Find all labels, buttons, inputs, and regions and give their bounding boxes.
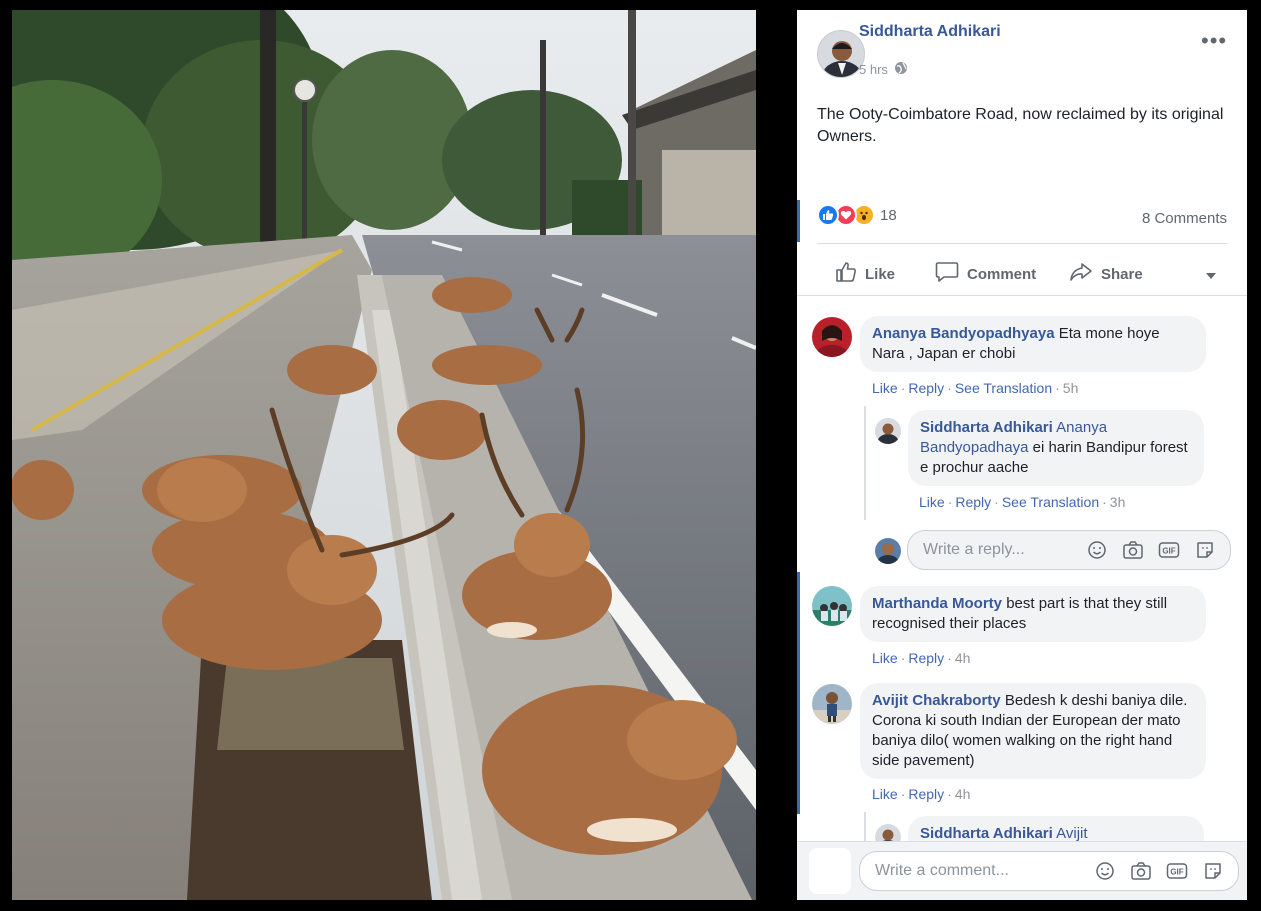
like-label: Like bbox=[865, 265, 896, 283]
sticker-icon[interactable] bbox=[1202, 860, 1224, 882]
comment-time[interactable]: 5h bbox=[1063, 380, 1079, 396]
comment-like-link[interactable]: Like bbox=[872, 786, 898, 802]
share-arrow-icon bbox=[1069, 261, 1093, 287]
comment-button[interactable]: Comment bbox=[935, 254, 1036, 294]
composer-tools: GIF bbox=[1086, 539, 1216, 561]
comment-like-link[interactable]: Like bbox=[872, 380, 898, 396]
composer-tools: GIF bbox=[1094, 860, 1224, 882]
reply-actions: Like · Reply · See Translation · 3h bbox=[919, 494, 1126, 510]
like-icon bbox=[817, 204, 839, 226]
comment-author[interactable]: Avijit Chakraborty bbox=[872, 692, 1001, 709]
comment-composer-bar: Write a comment... GIF bbox=[797, 841, 1247, 900]
camera-icon[interactable] bbox=[1122, 539, 1144, 561]
svg-text:GIF: GIF bbox=[1170, 868, 1183, 877]
commenter-avatar[interactable] bbox=[812, 586, 852, 626]
comment-placeholder: Write a comment... bbox=[875, 862, 1009, 879]
comment-actions: Like · Reply · See Translation · 5h bbox=[872, 380, 1079, 396]
reply-input[interactable]: Write a reply... GIF bbox=[907, 530, 1231, 570]
comment-time[interactable]: 4h bbox=[955, 786, 971, 802]
comment-bubble: Marthanda Moorty best part is that they … bbox=[860, 586, 1206, 642]
post-author-name[interactable]: Siddharta Adhikari bbox=[859, 23, 1001, 41]
svg-text:GIF: GIF bbox=[1162, 547, 1175, 556]
comments-list: Ananya Bandyopadhyaya Eta mone hoye Nara… bbox=[797, 296, 1247, 856]
reply-time[interactable]: 3h bbox=[1110, 494, 1126, 510]
reply-author[interactable]: Siddharta Adhikari bbox=[920, 419, 1053, 436]
comment-bubble-icon bbox=[935, 261, 959, 287]
gif-icon[interactable]: GIF bbox=[1158, 539, 1180, 561]
emoji-icon[interactable] bbox=[1086, 539, 1108, 561]
reply-avatar[interactable] bbox=[875, 418, 901, 444]
more-options-icon[interactable]: ••• bbox=[1201, 30, 1227, 52]
thread-line bbox=[864, 406, 866, 520]
commenter-avatar[interactable] bbox=[812, 317, 852, 357]
commenter-avatar[interactable] bbox=[812, 684, 852, 724]
reply-author[interactable]: Siddharta Adhikari bbox=[920, 825, 1053, 842]
comment-bubble: Ananya Bandyopadhyaya Eta mone hoye Nara… bbox=[860, 316, 1206, 372]
comment-actions: Like · Reply · 4h bbox=[872, 650, 971, 666]
comment-reply-link[interactable]: Reply bbox=[908, 786, 944, 802]
comment-author[interactable]: Ananya Bandyopadhyaya bbox=[872, 325, 1055, 342]
post-actions: Like Comment Share bbox=[797, 254, 1247, 294]
share-label: Share bbox=[1101, 265, 1143, 283]
comment-reply-link[interactable]: Reply bbox=[908, 650, 944, 666]
my-avatar[interactable] bbox=[809, 848, 851, 894]
see-translation-link[interactable]: See Translation bbox=[955, 380, 1052, 396]
post-photo[interactable] bbox=[12, 10, 756, 900]
reply-like-link[interactable]: Like bbox=[919, 494, 945, 510]
sticker-icon[interactable] bbox=[1194, 539, 1216, 561]
post-text: The Ooty-Coimbatore Road, now reclaimed … bbox=[817, 106, 1224, 145]
post-panel: Siddharta Adhikari 5 hrs ••• The Ooty-Co… bbox=[797, 10, 1247, 900]
comment-bubble: Avijit Chakraborty Bedesh k deshi baniya… bbox=[860, 683, 1206, 779]
comments-count-link[interactable]: 8 Comments bbox=[1142, 210, 1227, 227]
comment-time[interactable]: 4h bbox=[955, 650, 971, 666]
accent-bar bbox=[797, 200, 800, 242]
comment-author[interactable]: Marthanda Moorty bbox=[872, 595, 1002, 612]
comment-actions: Like · Reply · 4h bbox=[872, 786, 971, 802]
deer-road-photo bbox=[12, 10, 756, 900]
globe-icon bbox=[894, 61, 908, 78]
divider bbox=[817, 243, 1227, 244]
reply-placeholder: Write a reply... bbox=[923, 541, 1025, 558]
gif-icon[interactable]: GIF bbox=[1166, 860, 1188, 882]
see-translation-link[interactable]: See Translation bbox=[1002, 494, 1099, 510]
my-avatar[interactable] bbox=[875, 538, 901, 564]
reaction-count: 18 bbox=[880, 206, 897, 224]
comment-input[interactable]: Write a comment... GIF bbox=[859, 851, 1239, 891]
reply-bubble: Siddharta Adhikari Ananya Bandyopadhaya … bbox=[908, 410, 1204, 486]
post-header bbox=[817, 30, 865, 78]
share-button[interactable]: Share bbox=[1069, 254, 1143, 294]
reply-tag[interactable]: Avijit bbox=[1056, 825, 1087, 842]
comment-label: Comment bbox=[967, 265, 1037, 283]
reply-reply-link[interactable]: Reply bbox=[955, 494, 991, 510]
camera-icon[interactable] bbox=[1130, 860, 1152, 882]
like-button[interactable]: Like bbox=[835, 254, 895, 294]
thumbs-up-icon bbox=[835, 261, 857, 287]
accent-bar bbox=[797, 572, 800, 814]
reaction-summary[interactable]: 18 bbox=[817, 204, 897, 226]
comment-reply-link[interactable]: Reply bbox=[908, 380, 944, 396]
post-time[interactable]: 5 hrs bbox=[859, 62, 888, 77]
comment-like-link[interactable]: Like bbox=[872, 650, 898, 666]
author-avatar[interactable] bbox=[817, 30, 865, 78]
post-meta: 5 hrs bbox=[859, 61, 908, 78]
emoji-icon[interactable] bbox=[1094, 860, 1116, 882]
chevron-down-icon[interactable] bbox=[1205, 268, 1217, 286]
